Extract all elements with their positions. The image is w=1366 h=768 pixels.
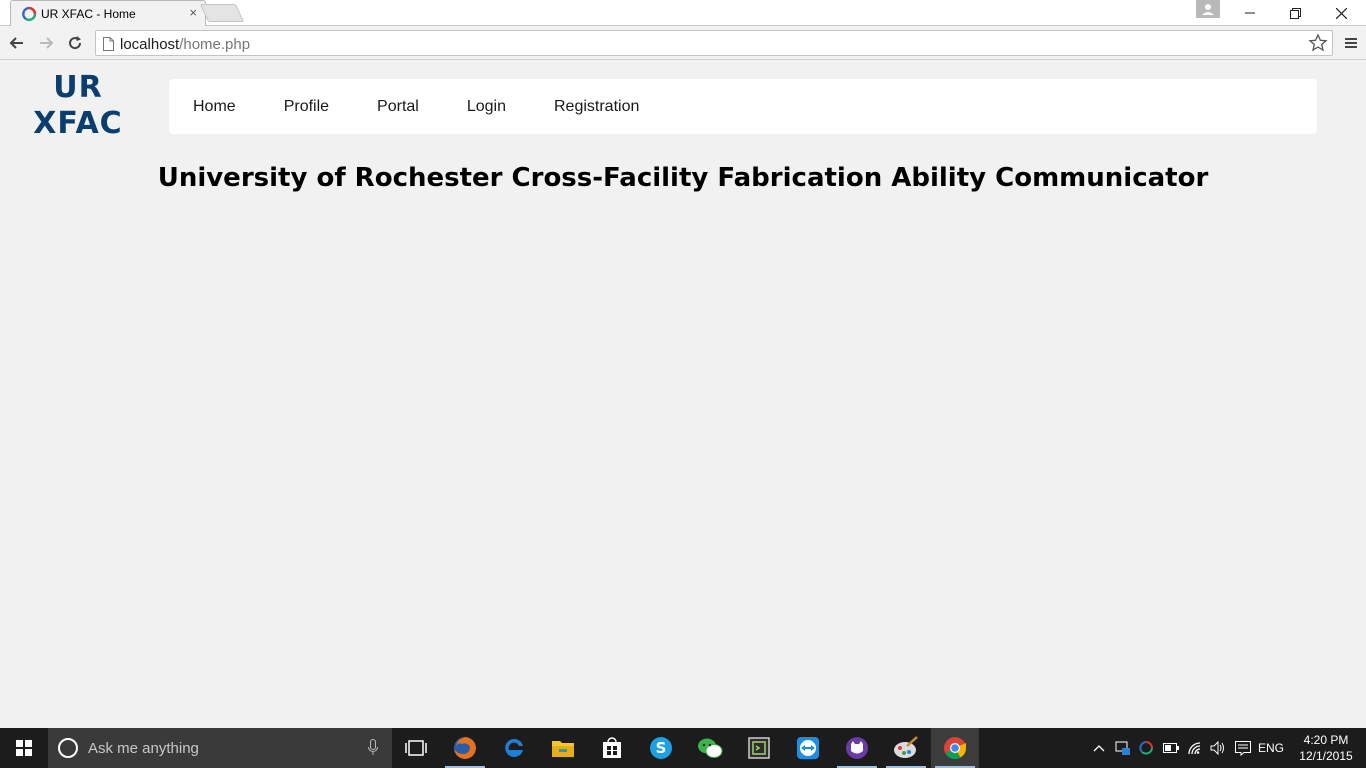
forward-arrow-icon[interactable] [35,32,57,54]
clock-time: 4:20 PM [1303,733,1349,747]
input-language[interactable]: ENG [1258,741,1284,755]
minimize-icon[interactable] [1227,0,1273,26]
firefox-icon[interactable] [441,728,489,768]
wifi-icon[interactable] [1184,728,1206,768]
wechat-icon[interactable] [686,728,734,768]
file-explorer-icon[interactable] [539,728,587,768]
reload-icon[interactable] [64,32,86,54]
browser-toolbar: localhost/home.php [0,26,1366,60]
chrome-icon[interactable] [931,728,979,768]
nav-registration[interactable]: Registration [554,98,639,116]
nav-profile[interactable]: Profile [284,98,329,116]
url-text: localhost/home.php [120,36,250,53]
bookmark-star-icon[interactable] [1308,33,1328,58]
svg-text:S: S [656,739,667,757]
skype-icon[interactable]: S [637,728,685,768]
volume-icon[interactable] [1207,728,1229,768]
tab-strip: UR XFAC - Home × [0,0,1366,26]
teamviewer-icon[interactable] [784,728,832,768]
new-tab-button[interactable] [199,4,245,22]
store-icon[interactable] [588,728,636,768]
show-hidden-icons-chevron-icon[interactable] [1090,728,1108,768]
battery-icon[interactable] [1160,728,1182,768]
browser-menu-icon[interactable] [1340,32,1362,54]
microphone-icon[interactable] [368,739,378,761]
terminal-app-icon[interactable] [735,728,783,768]
main-navbar: Home Profile Portal Login Registration [169,79,1317,134]
clock-date: 12/1/2015 [1299,749,1353,763]
user-profile-icon[interactable] [1196,0,1220,18]
task-view-icon[interactable] [392,728,440,768]
edge-icon[interactable] [490,728,538,768]
taskbar-clock[interactable]: 4:20 PM 12/1/2015 [1296,732,1356,764]
cortana-icon [58,738,78,758]
browser-tab-active[interactable]: UR XFAC - Home × [10,0,206,26]
network-share-icon[interactable] [1113,728,1133,768]
page-title: University of Rochester Cross-Facility F… [157,163,1209,193]
url-host: localhost [120,36,180,53]
purple-app-icon[interactable] [833,728,881,768]
logo-line-2: XFAC [33,106,123,141]
cortana-search-input[interactable]: Ask me anything [48,728,392,768]
page-icon [103,37,114,56]
search-placeholder: Ask me anything [88,740,199,757]
nav-login[interactable]: Login [467,98,506,116]
tab-close-icon[interactable]: × [189,5,197,20]
close-window-icon[interactable] [1318,0,1364,26]
restore-icon[interactable] [1272,0,1318,26]
back-arrow-icon[interactable] [6,32,28,54]
paint-icon[interactable] [882,728,930,768]
sync-app-icon[interactable] [1136,728,1156,768]
url-path: /home.php [179,36,251,53]
start-windows-icon[interactable] [0,728,48,768]
site-logo[interactable]: UR XFAC [28,70,128,142]
nav-home[interactable]: Home [193,98,236,116]
action-center-icon[interactable] [1232,728,1254,768]
site-favicon-icon [21,6,37,22]
page-body: UR XFAC Home Profile Portal Login Regist… [0,61,1366,728]
taskbar: Ask me anything S ENG 4:20 PM 12/1/2015 [0,728,1366,768]
nav-portal[interactable]: Portal [377,98,419,116]
logo-line-1: UR [53,70,103,105]
address-bar[interactable]: localhost/home.php [95,30,1333,56]
tab-title: UR XFAC - Home [41,7,136,21]
